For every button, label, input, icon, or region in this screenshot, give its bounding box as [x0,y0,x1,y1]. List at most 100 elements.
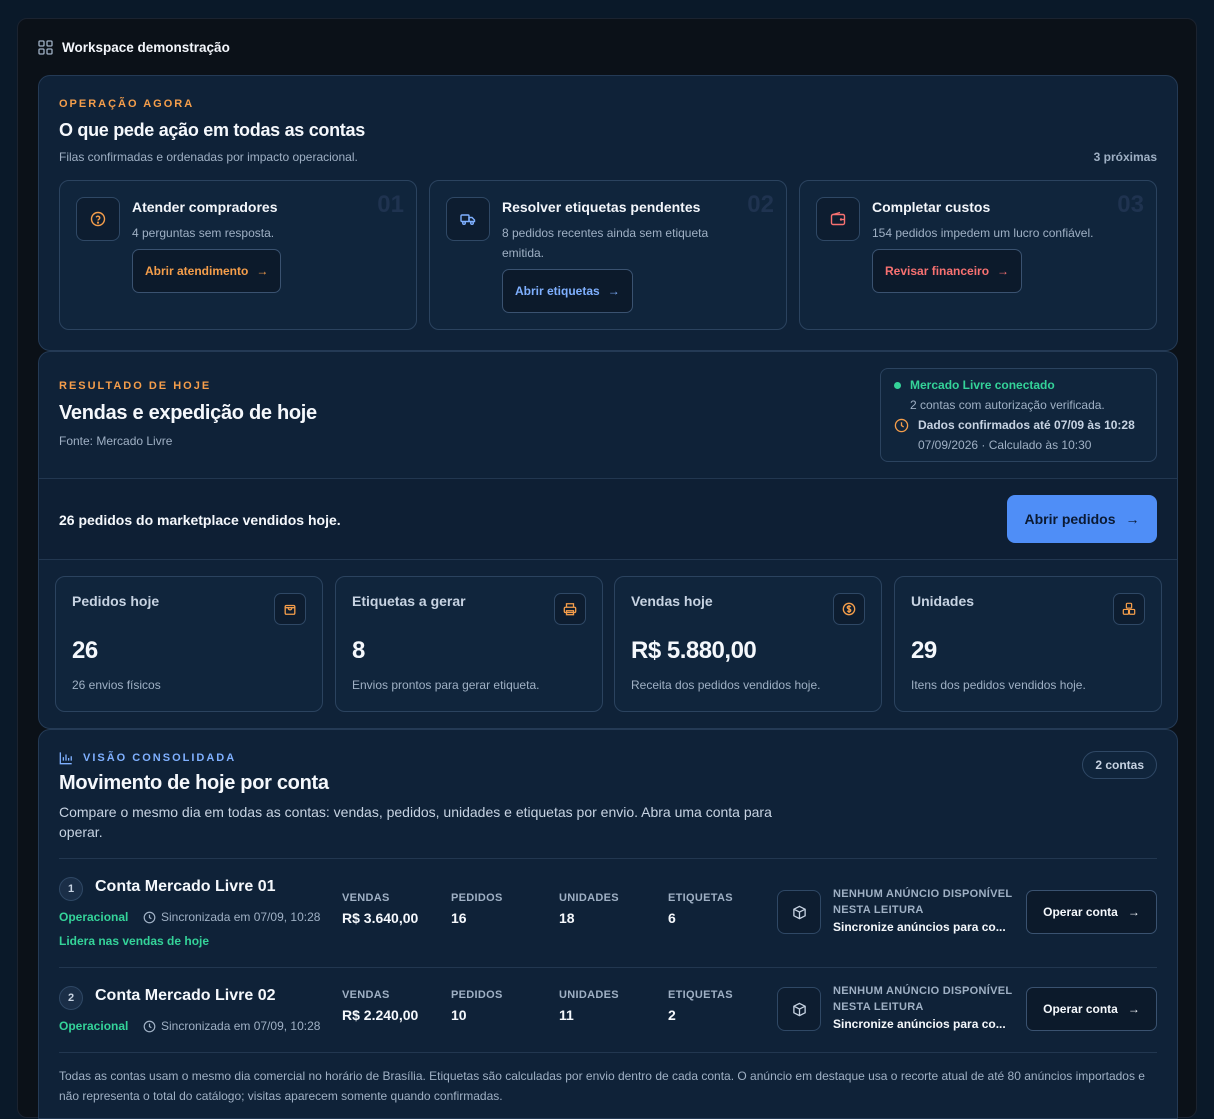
connected-dot [894,382,901,389]
kpi-orders-today: Pedidos hoje 26 26 envios físicos [55,576,323,712]
printer-icon [554,593,586,625]
today-card: RESULTADO DE HOJE Vendas e expedição de … [38,351,1178,729]
account-name[interactable]: Conta Mercado Livre 01 [95,878,276,896]
metric-value: 2 [668,1007,676,1023]
action-number: 03 [1117,191,1144,218]
kpi-value: 8 [352,637,365,664]
metric-sales: VENDAS R$ 2.240,00 [342,989,418,1023]
operate-account-button[interactable]: Operar conta → [1026,890,1157,934]
connection-panel: Mercado Livre conectado 2 contas com aut… [880,368,1157,462]
summary-band: 26 pedidos do marketplace vendidos hoje.… [39,478,1177,560]
grid-icon [38,40,53,55]
connection-detail: 2 contas com autorização verificada. [910,398,1105,412]
consolidated-card: VISÃO CONSOLIDADA Movimento de hoje por … [38,729,1178,1119]
package-icon [777,890,821,934]
open-labels-button[interactable]: Abrir etiquetas → [502,269,633,313]
summary-text: 26 pedidos do marketplace vendidos hoje. [59,512,341,528]
clock-icon [143,911,156,923]
kpi-sub: 26 envios físicos [72,678,161,692]
kpi-label: Vendas hoje [631,593,713,609]
operation-count: 3 próximas [1093,150,1157,164]
metric-value: R$ 2.240,00 [342,1007,419,1023]
arrow-right-icon: → [1125,511,1140,527]
consolidated-title: Movimento de hoje por conta [59,772,329,794]
action-card-buyers: 01 Atender compradores 4 perguntas sem r… [59,180,417,330]
today-title: Vendas e expedição de hoje [59,402,317,424]
arrow-right-icon: → [1127,1002,1140,1016]
kpi-sub: Itens dos pedidos vendidos hoje. [911,678,1086,692]
metric-value: 6 [668,910,676,926]
action-desc: 154 pedidos impedem um lucro confiável. [872,226,1094,240]
metric-orders: PEDIDOS 10 [451,989,503,1023]
sync-text: Sincronizada em 07/09, 10:28 [161,910,321,924]
button-label: Abrir pedidos [1024,511,1116,527]
operation-eyebrow: OPERAÇÃO AGORA [59,98,195,110]
kpi-value: 29 [911,637,937,664]
workspace-title[interactable]: Workspace demonstração [62,40,230,55]
bag-icon [274,593,306,625]
open-support-button[interactable]: Abrir atendimento → [132,249,282,293]
today-source: Fonte: Mercado Livre [59,434,173,448]
app-shell: Workspace demonstração OPERAÇÃO AGORA O … [17,18,1197,1119]
button-label: Abrir etiquetas [515,284,600,298]
sync-text: Sincronizada em 07/09, 10:28 [161,1019,321,1033]
dollar-icon [833,593,865,625]
footnote: Todas as contas usam o mesmo dia comerci… [59,1069,1145,1103]
metric-label: UNIDADES [559,892,619,904]
workspace-header: Workspace demonstração [38,40,230,55]
metric-label: ETIQUETAS [668,892,733,904]
listing-title: NENHUM ANÚNCIO DISPONÍVEL NESTA LEITURA [833,985,1013,1013]
action-card-labels: 02 Resolver etiquetas pendentes 8 pedido… [429,180,787,330]
boxes-icon [1113,593,1145,625]
action-title: Resolver etiquetas pendentes [502,199,701,215]
metric-label: ETIQUETAS [668,989,733,1001]
question-circle-icon [76,197,120,241]
kpi-units: Unidades 29 Itens dos pedidos vendidos h… [894,576,1162,712]
kpi-sub: Receita dos pedidos vendidos hoje. [631,678,821,692]
metric-units: UNIDADES 18 [559,892,619,926]
account-status: Operacional [59,910,129,924]
account-row: 1 Conta Mercado Livre 01 Operacional Sin… [59,858,1157,966]
clock-icon [894,418,909,433]
account-row: 2 Conta Mercado Livre 02 Operacional Sin… [59,967,1157,1075]
action-card-costs: 03 Completar custos 154 pedidos impedem … [799,180,1157,330]
metric-labels: ETIQUETAS 2 [668,989,733,1023]
metric-value: 16 [451,910,467,926]
today-eyebrow: RESULTADO DE HOJE [59,380,212,392]
arrow-right-icon: → [607,284,620,298]
review-finance-button[interactable]: Revisar financeiro → [872,249,1023,293]
divider [59,1052,1157,1053]
kpi-labels-to-generate: Etiquetas a gerar 8 Envios prontos para … [335,576,603,712]
wallet-icon [816,197,860,241]
metric-value: 10 [451,1007,467,1023]
kpi-label: Unidades [911,593,975,609]
operation-card: OPERAÇÃO AGORA O que pede ação em todas … [38,75,1178,351]
button-label: Operar conta [1043,1002,1118,1016]
metric-label: VENDAS [342,989,390,1001]
action-title: Atender compradores [132,199,278,215]
metric-orders: PEDIDOS 16 [451,892,503,926]
action-number: 02 [747,191,774,218]
account-status: Operacional [59,1019,129,1033]
metric-label: UNIDADES [559,989,619,1001]
data-confirmed: Dados confirmados até 07/09 às 10:28 [918,418,1135,432]
open-orders-button[interactable]: Abrir pedidos → [1007,495,1157,543]
action-title: Completar custos [872,199,991,215]
account-sync: Sincronizada em 07/09, 10:28 [143,910,320,924]
account-index: 2 [59,986,83,1010]
truck-icon [446,197,490,241]
metric-value: 18 [559,910,575,926]
connection-status: Mercado Livre conectado [910,378,1055,392]
button-label: Operar conta [1043,905,1118,919]
operation-title: O que pede ação em todas as contas [59,120,365,140]
account-sync: Sincronizada em 07/09, 10:28 [143,1019,320,1033]
listing-action: Sincronize anúncios para co... [833,1017,1006,1031]
arrow-right-icon: → [256,264,269,278]
consolidated-desc: Compare o mesmo dia em todas as contas: … [59,804,772,840]
operate-account-button[interactable]: Operar conta → [1026,987,1157,1031]
kpi-sub: Envios prontos para gerar etiqueta. [352,678,540,692]
bar-chart-icon [59,752,72,765]
kpi-value: R$ 5.880,00 [631,637,757,664]
arrow-right-icon: → [997,264,1010,278]
account-name[interactable]: Conta Mercado Livre 02 [95,987,276,1005]
